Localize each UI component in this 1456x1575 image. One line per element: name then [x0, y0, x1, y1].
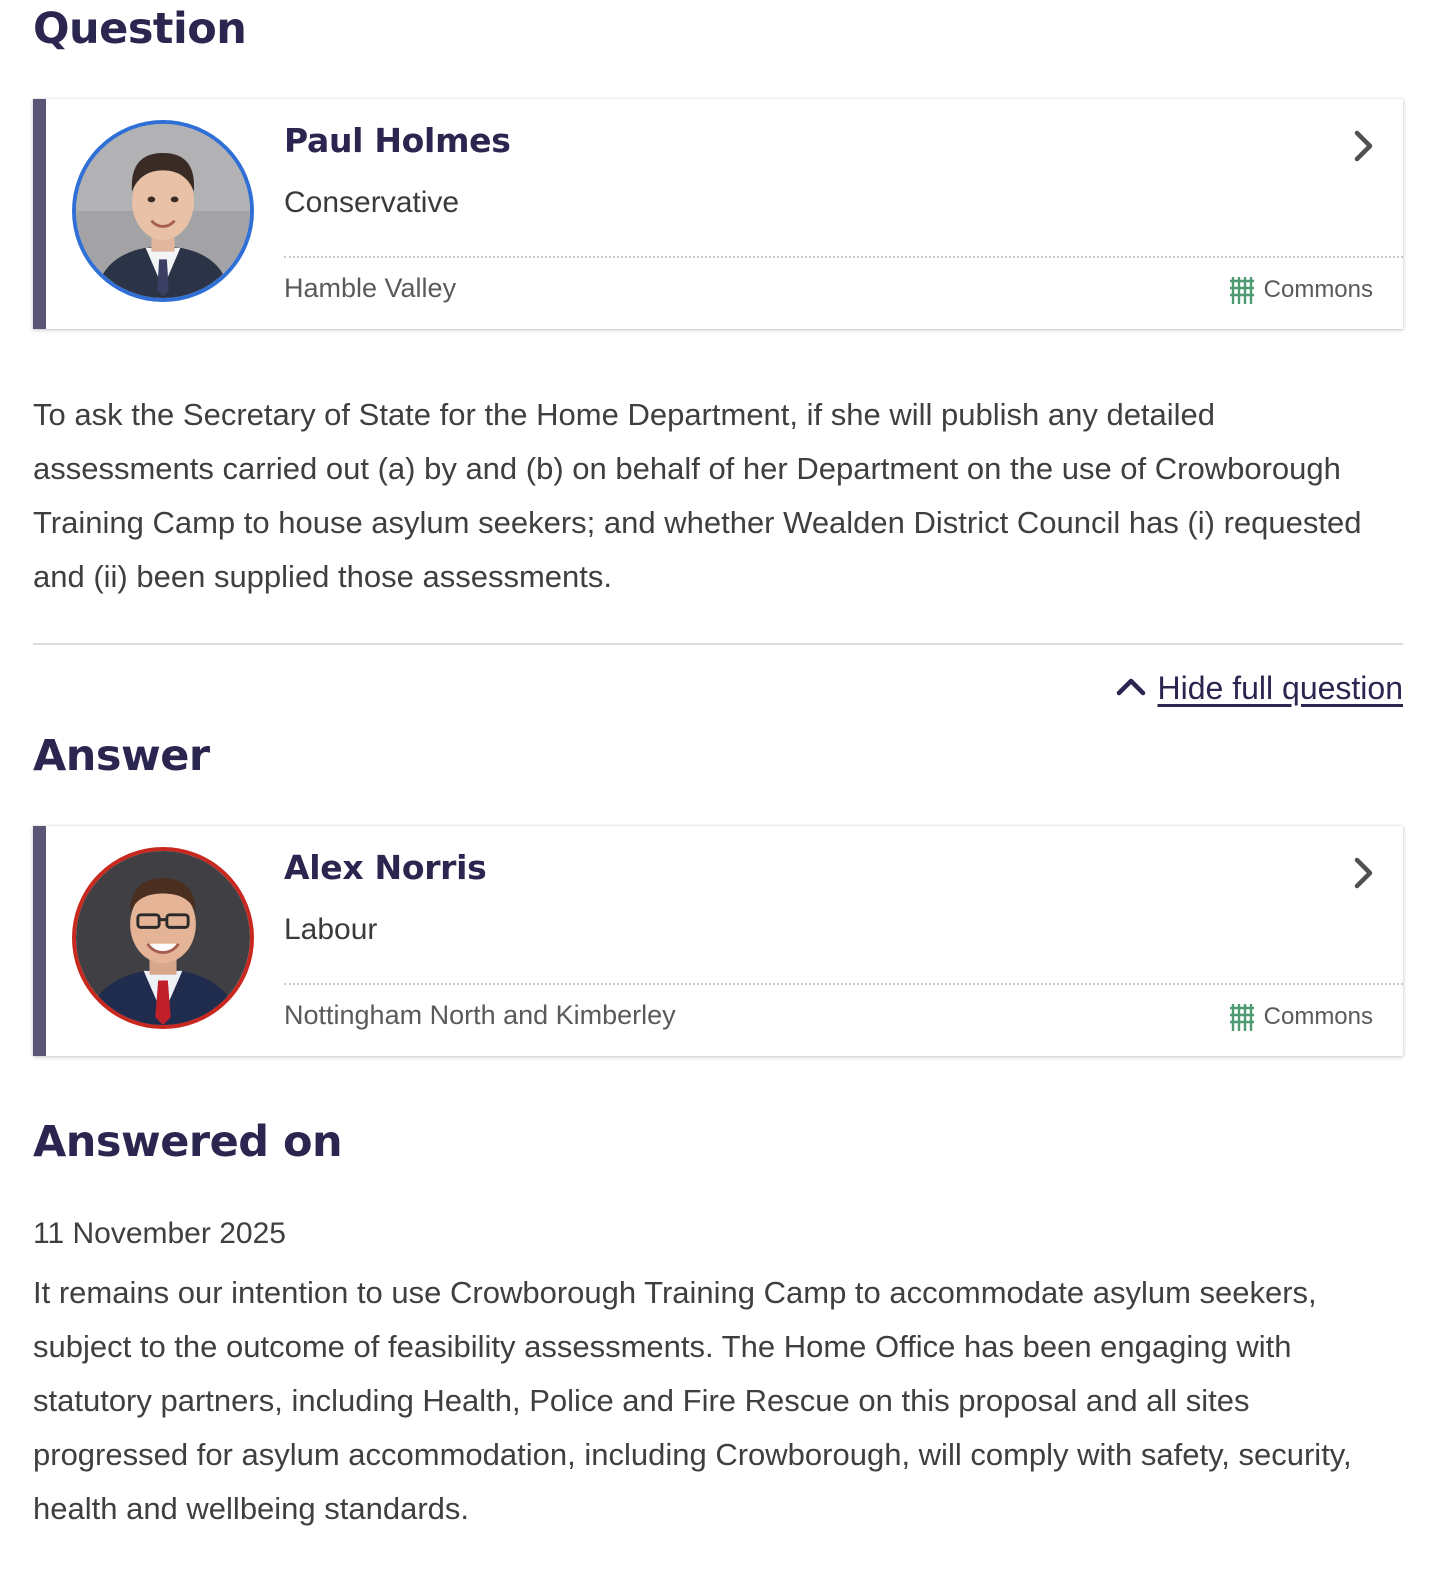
- member-avatar: [72, 120, 254, 302]
- house-indicator: Commons: [1228, 1002, 1373, 1032]
- toggle-label[interactable]: Hide full question: [1158, 670, 1403, 707]
- answering-member-card[interactable]: Alex Norris Labour Nottingham North and …: [33, 826, 1403, 1056]
- asking-member-card[interactable]: Paul Holmes Conservative Hamble Valley C…: [33, 99, 1403, 329]
- answer-date: 11 November 2025: [33, 1217, 286, 1250]
- member-constituency: Hamble Valley: [284, 273, 457, 303]
- question-text: To ask the Secretary of State for the Ho…: [33, 397, 1362, 594]
- member-photo: [76, 124, 250, 298]
- member-avatar: [72, 847, 254, 1029]
- card-divider: [284, 256, 1403, 258]
- answer-heading: Answer: [33, 731, 210, 781]
- member-constituency: Nottingham North and Kimberley: [284, 1000, 676, 1030]
- member-photo: [76, 851, 250, 1025]
- hide-full-question-link[interactable]: Hide full question: [1116, 670, 1403, 707]
- chevron-up-icon: [1116, 676, 1146, 701]
- chevron-right-icon[interactable]: [1353, 856, 1375, 895]
- card-divider: [284, 983, 1403, 985]
- chevron-right-icon[interactable]: [1353, 129, 1375, 168]
- portcullis-icon: [1228, 1002, 1256, 1032]
- portcullis-icon: [1228, 275, 1256, 305]
- question-heading: Question: [33, 4, 247, 54]
- member-party: Conservative: [284, 186, 460, 219]
- answered-on-heading: Answered on: [33, 1117, 343, 1167]
- section-divider: [33, 643, 1403, 645]
- answer-text: It remains our intention to use Crowboro…: [33, 1275, 1352, 1526]
- house-label: Commons: [1263, 276, 1373, 303]
- member-party: Labour: [284, 913, 378, 946]
- house-label: Commons: [1263, 1003, 1373, 1030]
- member-name[interactable]: Alex Norris: [284, 848, 487, 887]
- house-indicator: Commons: [1228, 275, 1373, 305]
- member-name[interactable]: Paul Holmes: [284, 121, 511, 160]
